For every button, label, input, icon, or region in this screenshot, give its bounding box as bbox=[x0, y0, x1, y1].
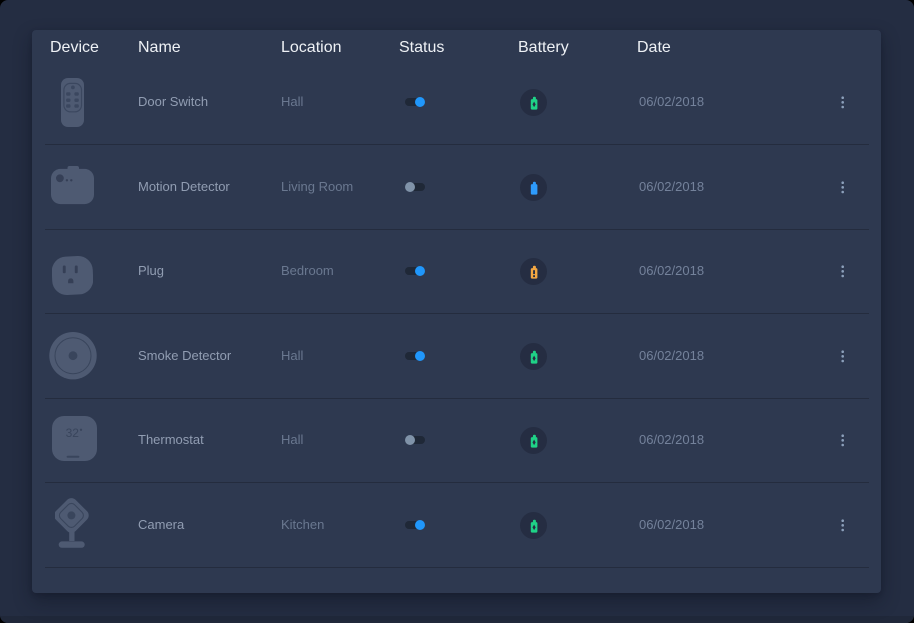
svg-text:32: 32 bbox=[66, 426, 80, 440]
